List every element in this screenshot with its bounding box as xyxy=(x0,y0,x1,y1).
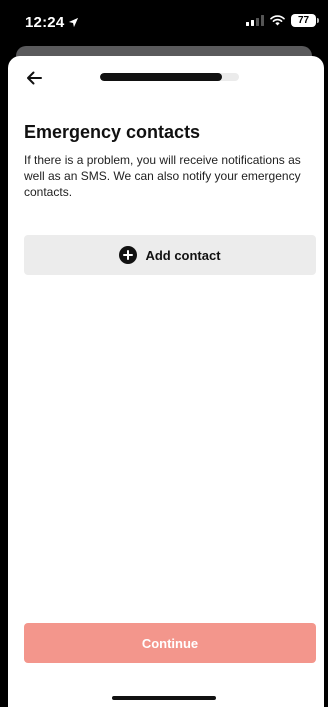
home-indicator xyxy=(112,696,216,700)
modal-sheet: Emergency contacts If there is a problem… xyxy=(8,56,324,707)
plus-circle-icon xyxy=(119,246,138,264)
status-icons: 77 xyxy=(246,14,319,27)
battery-icon: 77 xyxy=(291,14,319,27)
add-contact-button[interactable]: Add contact xyxy=(24,235,316,275)
wifi-icon xyxy=(270,15,285,26)
page-description: If there is a problem, you will receive … xyxy=(24,153,301,199)
status-time: 12:24 xyxy=(25,14,65,31)
back-arrow-icon xyxy=(27,71,42,85)
progress-fill xyxy=(100,73,223,81)
status-time-group: 12:24 xyxy=(25,14,79,31)
continue-button[interactable]: Continue xyxy=(24,623,316,663)
page-title: Emergency contacts xyxy=(24,122,201,142)
status-bar: 12:24 77 xyxy=(0,0,328,46)
progress-bar xyxy=(100,73,239,81)
signal-icon xyxy=(246,15,264,26)
back-button[interactable] xyxy=(22,68,46,88)
location-arrow-icon xyxy=(69,17,79,28)
add-contact-label: Add contact xyxy=(145,247,221,263)
battery-level: 77 xyxy=(297,15,310,26)
